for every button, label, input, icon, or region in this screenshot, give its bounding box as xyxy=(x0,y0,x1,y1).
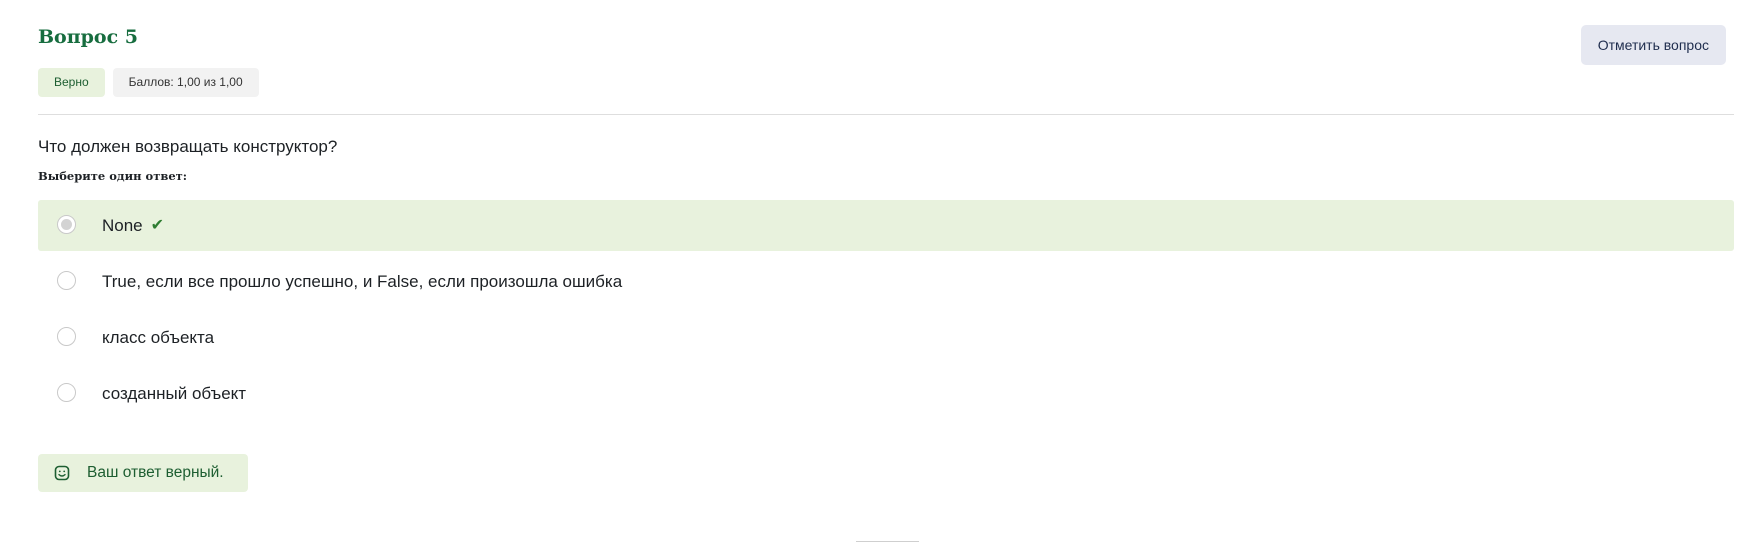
question-text: Что должен возвращать конструктор? xyxy=(38,137,338,156)
answer-list: None ✔ True, если все прошло успешно, и F… xyxy=(38,200,1734,424)
answer-option-2[interactable]: True, если все прошло успешно, и False, … xyxy=(38,256,1734,307)
check-icon: ✔ xyxy=(150,217,165,235)
answer-option-4[interactable]: созданный объект xyxy=(38,368,1734,419)
radio-button[interactable] xyxy=(57,327,76,346)
smile-icon xyxy=(54,465,70,481)
question-title: Вопрос 5 xyxy=(38,26,139,48)
divider xyxy=(38,114,1734,115)
radio-button[interactable] xyxy=(57,271,76,290)
status-badge: Верно xyxy=(38,68,105,97)
answer-label-wrap: None ✔ xyxy=(102,200,164,251)
grade-badge: Баллов: 1,00 из 1,00 xyxy=(112,68,259,97)
feedback-box: Ваш ответ верный. xyxy=(38,454,248,492)
radio-button[interactable] xyxy=(57,383,76,402)
answer-label: класс объекта xyxy=(102,328,215,347)
feedback-text: Ваш ответ верный. xyxy=(87,464,224,481)
bottom-divider xyxy=(856,541,919,542)
answer-label: True, если все прошло успешно, и False, … xyxy=(102,272,623,291)
radio-button[interactable] xyxy=(57,215,76,234)
question-badges: Верно Баллов: 1,00 из 1,00 xyxy=(38,68,259,97)
answer-option-1[interactable]: None ✔ xyxy=(38,200,1734,251)
answer-label: None xyxy=(102,216,143,235)
flag-question-button[interactable]: Отметить вопрос xyxy=(1580,25,1726,65)
answer-prompt: Выберите один ответ: xyxy=(38,169,188,183)
answer-option-3[interactable]: класс объекта xyxy=(38,312,1734,363)
answer-label: созданный объект xyxy=(102,384,247,403)
